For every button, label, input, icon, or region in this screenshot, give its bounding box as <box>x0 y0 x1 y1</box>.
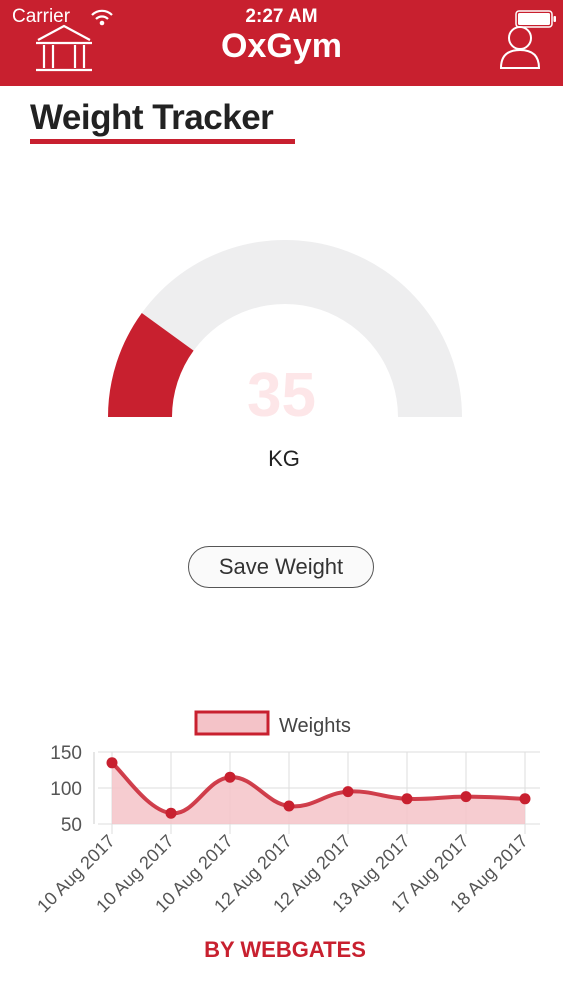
gauge-unit: KG <box>268 446 300 471</box>
app-header: Carrier 2:27 AM OxGym <box>0 0 563 86</box>
legend-swatch <box>194 710 270 736</box>
home-button[interactable] <box>34 24 94 74</box>
y-tick-label: 50 <box>61 815 82 836</box>
home-icon <box>36 24 92 72</box>
data-point[interactable] <box>401 793 413 805</box>
data-point[interactable] <box>342 786 354 798</box>
data-point[interactable] <box>519 793 531 805</box>
data-point[interactable] <box>224 771 236 783</box>
footer-credit: BY WEBGATES <box>204 937 366 962</box>
legend-label: Weights <box>279 715 351 737</box>
data-point[interactable] <box>106 757 118 769</box>
y-tick-label: 100 <box>50 779 82 800</box>
data-point[interactable] <box>283 800 295 812</box>
page-title: Weight Tracker <box>30 98 274 137</box>
data-point[interactable] <box>460 791 472 803</box>
gauge-value: 35 <box>247 361 316 430</box>
y-tick-label: 150 <box>50 743 82 764</box>
data-point[interactable] <box>165 807 177 819</box>
user-icon <box>499 26 541 69</box>
title-underline <box>30 139 295 144</box>
profile-button[interactable] <box>498 24 542 70</box>
chart-legend: Weights <box>194 710 351 737</box>
save-weight-button[interactable]: Save Weight <box>188 546 374 588</box>
weights-chart: Weights 1501005010 Aug 201710 Aug 201710… <box>33 710 540 916</box>
